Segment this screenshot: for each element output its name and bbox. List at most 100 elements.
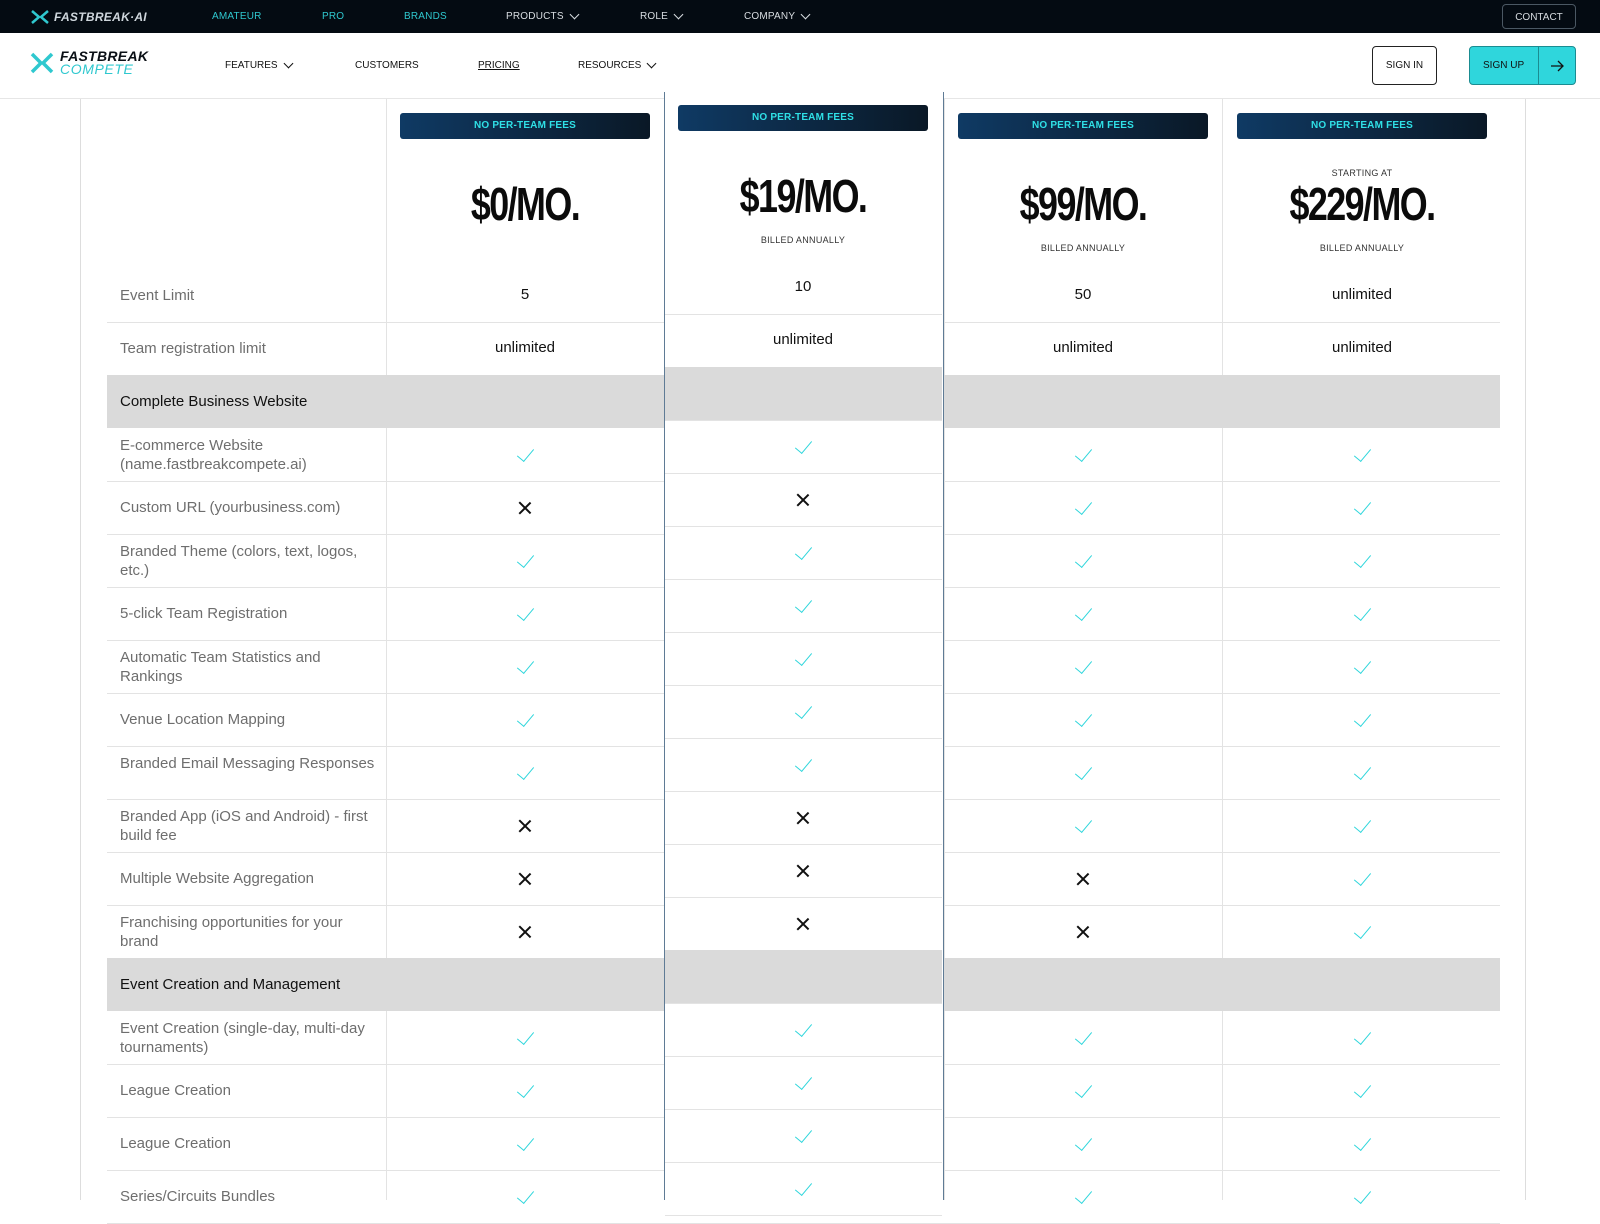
x-icon: [515, 922, 535, 942]
check-mark-stroke: [516, 1026, 535, 1045]
nav-resources[interactable]: RESOURCES: [578, 33, 657, 98]
check-mark-stroke: [1074, 708, 1093, 727]
check-mark-stroke: [794, 647, 813, 666]
check-icon: [515, 443, 535, 465]
check-mark-stroke: [1074, 814, 1093, 833]
nav-features[interactable]: FEATURES: [225, 33, 294, 98]
check-icon: [1352, 708, 1372, 730]
x-icon: [793, 808, 813, 828]
check-icon: [1073, 814, 1093, 836]
fastbreak-ai-logo[interactable]: FASTBREAK·AI: [31, 8, 147, 25]
check-mark-stroke: [794, 594, 813, 613]
plan-price: $19/MO.: [739, 170, 868, 222]
nav-features-label: FEATURES: [225, 60, 278, 71]
check-mark-stroke: [516, 443, 535, 462]
check-icon: [793, 435, 813, 457]
check-icon: [515, 549, 535, 571]
check-icon: [793, 1018, 813, 1040]
top-bar: FASTBREAK·AI AMATEUR PRO BRANDS PRODUCTS…: [0, 0, 1600, 33]
chevron-down-icon: [673, 9, 684, 20]
check-mark-stroke: [1353, 708, 1372, 727]
feature-label: 5-click Team Registration: [120, 605, 288, 622]
check-mark-stroke: [1074, 549, 1093, 568]
billing-note: BILLED ANNUALLY: [760, 235, 846, 245]
check-mark-stroke: [516, 1079, 535, 1098]
check-mark-stroke: [794, 1018, 813, 1037]
check-icon: [1073, 549, 1093, 571]
nav-pricing-label: PRICING: [478, 60, 520, 71]
check-mark-stroke: [516, 549, 535, 568]
section-title: Complete Business Website: [120, 393, 308, 410]
check-mark-stroke: [794, 1177, 813, 1196]
feature-label: Branded App (iOS and Android) - first bu…: [120, 807, 368, 844]
billing-note: BILLED ANNUALLY: [1040, 243, 1126, 253]
check-icon: [515, 761, 535, 783]
check-icon: [793, 1071, 813, 1093]
check-mark-stroke: [1074, 443, 1093, 462]
check-mark-stroke: [794, 1071, 813, 1090]
nav-company-label: COMPANY: [744, 11, 796, 22]
check-mark-stroke: [1074, 496, 1093, 515]
sign-up-button[interactable]: SIGN UP: [1469, 46, 1576, 85]
nav-role[interactable]: ROLE: [640, 0, 684, 33]
feature-label: E-commerce Website (name.fastbreakcompet…: [120, 436, 307, 473]
feature-label: Venue Location Mapping: [120, 711, 286, 728]
check-icon: [515, 708, 535, 730]
check-icon: [1073, 496, 1093, 518]
highlighted-plan-column: 10 unlimited NO PER-TEAM FEES $19/MO. BILLED…: [664, 92, 944, 1216]
check-icon: [793, 541, 813, 563]
nav-resources-label: RESOURCES: [578, 60, 642, 71]
x-icon: [793, 490, 813, 510]
plan-value: 50: [1074, 286, 1092, 303]
nav-company[interactable]: COMPANY: [744, 0, 811, 33]
check-icon: [1073, 1185, 1093, 1207]
plan-value: unlimited: [494, 339, 556, 356]
sign-in-button[interactable]: SIGN IN: [1372, 46, 1437, 85]
sign-up-divider: [1538, 47, 1539, 84]
feature-label: Branded Email Messaging Responses: [120, 754, 375, 772]
check-icon: [1073, 602, 1093, 624]
contact-button[interactable]: CONTACT: [1502, 4, 1576, 29]
plan-value: 5: [520, 286, 530, 303]
check-icon: [1352, 1026, 1372, 1048]
check-icon: [1073, 1079, 1093, 1101]
nav-pricing[interactable]: PRICING: [478, 33, 520, 98]
check-mark-stroke: [1074, 1132, 1093, 1151]
fastbreak-compete-logo[interactable]: FASTBREAK COMPETE: [30, 49, 148, 76]
plan-price: $99/MO.: [1019, 178, 1148, 230]
no-per-team-fees-badge: NO PER-TEAM FEES: [1237, 113, 1487, 139]
chevron-down-icon: [283, 58, 294, 69]
fastbreak-logo-icon: [31, 9, 49, 24]
compete-logo-icon: [30, 52, 54, 74]
nav-customers[interactable]: CUSTOMERS: [355, 33, 419, 98]
x-icon: [1073, 922, 1093, 942]
logo-text: FASTBREAK·AI: [54, 9, 147, 24]
check-mark-stroke: [1353, 549, 1372, 568]
chevron-down-icon: [569, 9, 580, 20]
x-icon: [515, 869, 535, 889]
check-mark-stroke: [794, 753, 813, 772]
feature-label: Custom URL (yourbusiness.com): [120, 499, 341, 516]
nav-pro[interactable]: PRO: [322, 0, 344, 33]
check-mark-stroke: [1353, 867, 1372, 886]
plan-value: unlimited: [1052, 339, 1114, 356]
nav-customers-label: CUSTOMERS: [355, 60, 419, 71]
check-icon: [1073, 1132, 1093, 1154]
nav-products[interactable]: PRODUCTS: [506, 0, 580, 33]
check-mark-stroke: [1353, 1079, 1372, 1098]
nav-amateur[interactable]: AMATEUR: [212, 0, 262, 33]
nav-products-label: PRODUCTS: [506, 11, 564, 22]
check-mark-stroke: [516, 1185, 535, 1204]
chevron-down-icon: [800, 9, 811, 20]
check-mark-stroke: [516, 1132, 535, 1151]
section-title: Event Creation and Management: [120, 976, 341, 993]
feature-label: League Creation: [120, 1135, 231, 1152]
check-mark-stroke: [794, 435, 813, 454]
check-icon: [1352, 602, 1372, 624]
check-icon: [793, 1177, 813, 1199]
feature-label: Team registration limit: [120, 340, 266, 357]
check-mark-stroke: [516, 602, 535, 621]
check-mark-stroke: [1074, 1026, 1093, 1045]
check-icon: [515, 655, 535, 677]
nav-brands[interactable]: BRANDS: [404, 0, 447, 33]
